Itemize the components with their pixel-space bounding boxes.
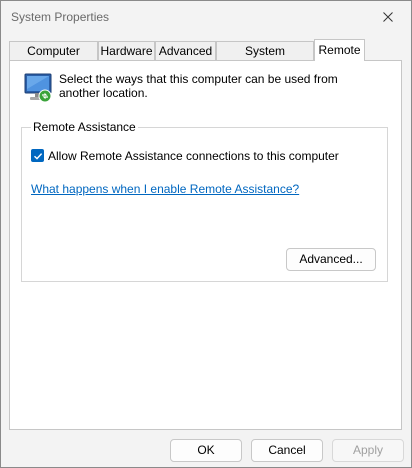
ok-button[interactable]: OK (170, 439, 242, 462)
close-icon (383, 12, 393, 22)
tab-hardware[interactable]: Hardware (98, 41, 155, 60)
window-title: System Properties (11, 10, 110, 24)
tab-advanced[interactable]: Advanced (155, 41, 216, 60)
advanced-button[interactable]: Advanced... (286, 248, 376, 271)
title-bar: System Properties (1, 1, 411, 33)
checkmark-icon (33, 152, 42, 160)
remote-intro-text: Select the ways that this computer can b… (59, 72, 338, 100)
remote-assistance-group: Remote Assistance Allow Remote Assistanc… (21, 120, 388, 282)
remote-tab-panel: Select the ways that this computer can b… (9, 60, 402, 430)
close-button[interactable] (365, 1, 411, 33)
checkbox-label[interactable]: Allow Remote Assistance connections to t… (48, 149, 339, 163)
group-title: Remote Assistance (31, 120, 138, 134)
remote-assistance-help-link[interactable]: What happens when I enable Remote Assist… (31, 182, 299, 196)
tab-system-protection[interactable]: System Protection (216, 41, 314, 72)
tab-remote[interactable]: Remote (314, 39, 365, 61)
tab-computer-name[interactable]: Computer Name (9, 41, 98, 72)
apply-button[interactable]: Apply (332, 439, 404, 462)
system-properties-window: System Properties Computer Name Hardware… (0, 0, 412, 468)
remote-computer-icon (24, 73, 52, 103)
allow-remote-assistance-checkbox[interactable] (31, 149, 44, 162)
cancel-button[interactable]: Cancel (251, 439, 323, 462)
